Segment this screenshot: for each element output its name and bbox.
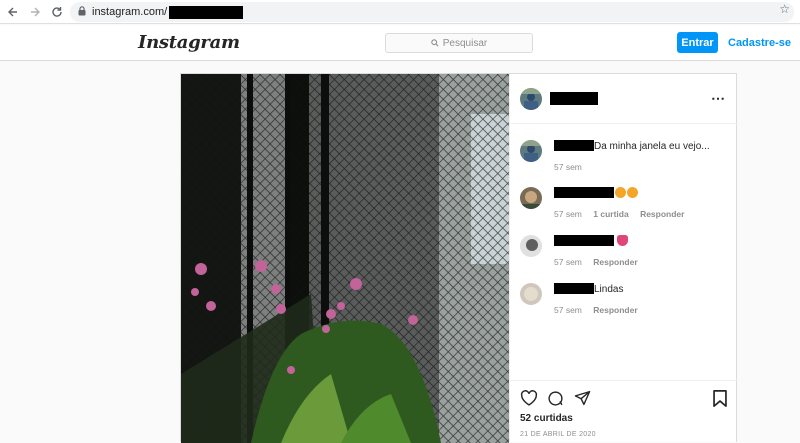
post-actions: 52 curtidas 21 DE ABRIL DE 2020 xyxy=(510,380,738,443)
like-count[interactable]: 52 curtidas xyxy=(520,413,573,424)
search-icon xyxy=(431,39,439,47)
redacted-username[interactable] xyxy=(554,235,614,246)
comment-text: Lindas xyxy=(554,283,623,296)
login-button[interactable]: Entrar xyxy=(677,32,718,53)
comment-meta: 57 sem Responder xyxy=(554,257,647,267)
reply-button[interactable]: Responder xyxy=(593,305,637,315)
comment-time: 57 sem xyxy=(554,257,582,267)
author-avatar-small[interactable] xyxy=(520,140,542,162)
search-placeholder: Pesquisar xyxy=(442,37,488,49)
commenter-avatar[interactable] xyxy=(520,283,542,305)
instagram-logo[interactable]: Instagram xyxy=(138,32,240,53)
instagram-header: Instagram Pesquisar Entrar Cadastre-se xyxy=(0,25,800,61)
comment-text xyxy=(554,187,638,200)
post-date: 21 DE ABRIL DE 2020 xyxy=(520,431,596,438)
back-icon[interactable] xyxy=(2,1,24,23)
comment-icon[interactable] xyxy=(547,390,564,412)
comment-likes[interactable]: 1 curtida xyxy=(593,209,628,219)
share-icon[interactable] xyxy=(574,390,591,411)
author-avatar[interactable] xyxy=(520,88,542,110)
comment-text xyxy=(554,235,628,248)
redacted-username[interactable] xyxy=(554,283,594,294)
address-bar[interactable]: instagram.com/ xyxy=(70,2,794,22)
post-photo[interactable] xyxy=(181,74,509,443)
commenter-avatar[interactable] xyxy=(520,235,542,257)
url-text: instagram.com/ xyxy=(92,6,168,18)
search-input[interactable]: Pesquisar xyxy=(385,33,533,53)
bookmark-icon[interactable] xyxy=(713,390,727,412)
caption-body: Da minha janela eu vejo... xyxy=(594,141,710,152)
reply-button[interactable]: Responder xyxy=(640,209,684,219)
post-header: ⋯ xyxy=(510,74,738,124)
caption-time: 57 sem xyxy=(554,162,582,172)
signup-link[interactable]: Cadastre-se xyxy=(728,37,791,49)
caption-text: Da minha janela eu vejo... xyxy=(554,140,710,153)
comment-time: 57 sem xyxy=(554,305,582,315)
comment-time: 57 sem xyxy=(554,209,582,219)
redacted-username[interactable] xyxy=(554,187,614,198)
heart-eyes-emoji-icon xyxy=(615,187,626,198)
commenter-avatar[interactable] xyxy=(520,187,542,209)
redacted-username[interactable] xyxy=(554,140,594,151)
heart-eyes-emoji-icon xyxy=(627,187,638,198)
browser-toolbar: instagram.com/ ☆ xyxy=(0,0,800,24)
tulip-emoji-icon xyxy=(617,235,628,246)
post-card: ⋯ Da minha janela eu vejo... 57 sem 57 s… xyxy=(180,73,738,443)
comment-body: Lindas xyxy=(594,284,624,295)
post-sidebar: ⋯ Da minha janela eu vejo... 57 sem 57 s… xyxy=(509,74,738,443)
lock-icon xyxy=(78,5,86,19)
redacted-username[interactable] xyxy=(550,92,598,105)
redacted-url-path xyxy=(169,5,244,19)
caption-meta: 57 sem xyxy=(554,162,591,172)
like-heart-icon[interactable] xyxy=(520,390,538,411)
forward-icon[interactable] xyxy=(24,1,46,23)
star-icon[interactable]: ☆ xyxy=(779,2,790,16)
reload-icon[interactable] xyxy=(46,1,68,23)
reply-button[interactable]: Responder xyxy=(593,257,637,267)
comment-meta: 57 sem 1 curtida Responder xyxy=(554,209,693,219)
more-options-icon[interactable]: ⋯ xyxy=(711,90,726,107)
comment-meta: 57 sem Responder xyxy=(554,305,647,315)
